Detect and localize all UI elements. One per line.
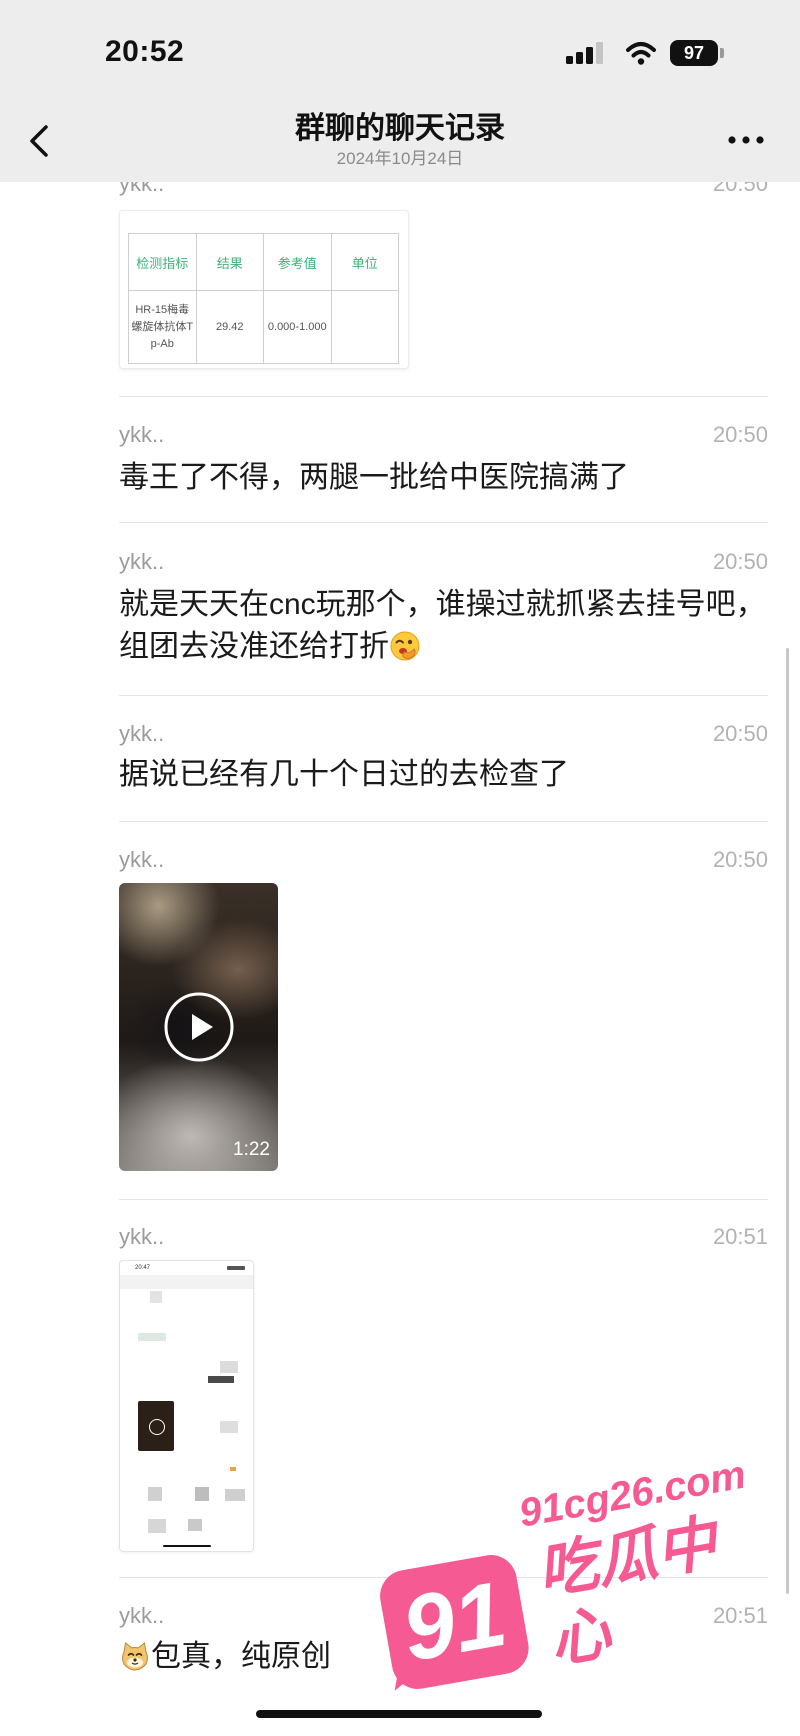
message-time: 20:50 [712,847,768,872]
table-header: 检测指标 [128,233,197,291]
face-with-hand-emoji-icon [389,630,421,662]
message-text: 就是天天在cnc玩那个，谁操过就抓紧去挂号吧，组团去没准还给打折 [119,584,779,668]
lab-result-table: 检测指标 结果 参考值 单位 HR-15梅毒螺旋体抗体Tp-Ab 29.42 0… [128,233,399,364]
screenshot-home-bar [163,1545,211,1547]
blurred-block [138,1333,166,1341]
table-row: HR-15梅毒螺旋体抗体Tp-Ab 29.42 0.000-1.000 [128,290,399,364]
sender-name: ykk.. [119,1603,165,1628]
table-header: 参考值 [263,233,332,291]
message-text-content: 就是天天在cnc玩那个，谁操过就抓紧去挂号吧，组团去没准还给打折 [119,588,766,663]
blurred-block [220,1421,238,1433]
screenshot-status-icons [227,1266,245,1270]
screenshot-image[interactable]: 20:47 [119,1260,254,1552]
scrollbar[interactable] [786,648,789,1594]
blurred-block [188,1519,202,1531]
message-time: 20:50 [712,549,768,574]
sender-name: ykk.. [119,721,165,746]
message-time: 20:51 [712,1224,768,1249]
table-cell: 29.42 [195,290,264,364]
sender-name: ykk.. [119,549,165,574]
blurred-block [230,1467,236,1471]
top-bar: 20:52 97 群聊的聊天记录 2024年10月24日 [0,0,800,182]
message-time: 20:50 [712,721,768,746]
signal-icon [566,42,606,64]
watermark-logo: 91 [395,1562,514,1682]
more-dots-icon [728,136,764,144]
more-button[interactable] [726,132,766,148]
screenshot-status-time: 20:47 [135,1265,151,1271]
sender-name: ykk.. [119,847,165,872]
battery-nub [720,48,724,58]
table-header: 结果 [195,233,264,291]
blurred-block [195,1487,209,1501]
home-indicator[interactable] [256,1710,542,1718]
blurred-block [208,1376,234,1383]
blurred-block [225,1489,245,1501]
wifi-icon [624,40,658,66]
lab-result-image[interactable]: 检测指标 结果 参考值 单位 HR-15梅毒螺旋体抗体Tp-Ab 29.42 0… [119,210,409,369]
divider [119,522,768,523]
battery-level: 97 [683,43,705,63]
message-text: 据说已经有几十个日过的去检查了 [119,758,569,791]
screenshot-video-thumbnail [138,1401,174,1451]
table-cell: HR-15梅毒螺旋体抗体Tp-Ab [128,290,197,364]
blurred-block [148,1519,166,1533]
blurred-block [150,1291,162,1303]
blurred-block [220,1361,238,1373]
blurred-block [148,1487,162,1501]
message-time: 20:50 [712,422,768,447]
divider [119,396,768,397]
status-time: 20:52 [105,35,185,68]
play-icon [149,1419,165,1435]
sender-name: ykk.. [119,422,165,447]
page-date: 2024年10月24日 [336,149,464,168]
page-title: 群聊的聊天记录 [295,112,505,145]
blurred-block [120,1275,253,1289]
divider [119,821,768,822]
divider [119,1199,768,1200]
sender-name: ykk.. [119,1224,165,1249]
message-text: 毒王了不得，两腿一批给中医院搞满了 [119,461,629,494]
battery-icon: 97 [670,40,718,66]
divider [119,695,768,696]
table-cell: 0.000-1.000 [263,290,332,364]
cat-face-emoji-icon [119,1640,151,1672]
chat-record-screen: 20:52 97 群聊的聊天记录 2024年10月24日 ykk.. 20:50… [0,0,800,1736]
play-icon[interactable] [163,991,235,1063]
table-cell [330,290,399,364]
video-duration: 1:22 [233,1139,270,1160]
video-thumbnail[interactable]: 1:22 [119,883,278,1171]
table-header: 单位 [330,233,399,291]
message-text-content: 包真，纯原创 [151,1640,331,1673]
